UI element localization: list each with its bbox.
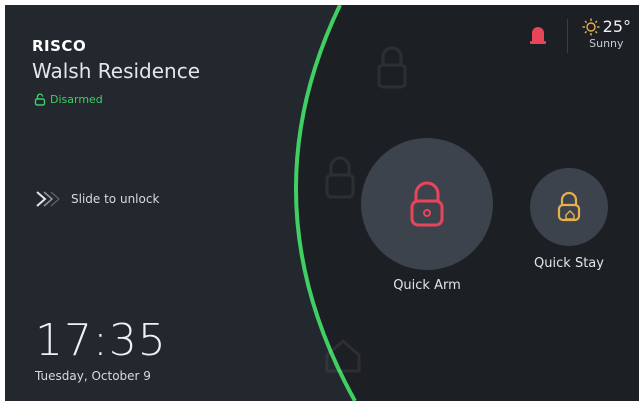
clock-date: Tuesday, October 9 [35,369,151,383]
security-status: Disarmed [34,93,103,106]
panel-screen: RISCO Walsh Residence Disarmed Slide to … [5,5,639,401]
quick-arm-label: Quick Arm [393,278,461,293]
sun-icon [582,18,600,35]
brand-logo: RISCO [32,37,87,55]
home-lock-icon [557,191,581,222]
status-label: Disarmed [50,93,103,106]
quick-stay-label: Quick Stay [534,256,604,271]
siren-button[interactable] [528,25,548,51]
slide-to-unlock[interactable]: Slide to unlock [35,191,159,207]
weather-condition: Sunny [589,37,624,50]
unlock-icon [34,93,46,106]
siren-icon [530,27,546,44]
home-name: Walsh Residence [32,59,201,83]
clock-time: 17:35 [35,315,167,366]
header-divider [567,19,568,53]
weather-widget: 25° Sunny [582,17,631,50]
temperature: 25° [602,17,631,36]
quick-arm-button[interactable] [361,138,493,270]
double-chevron-icon [36,191,60,207]
slide-label: Slide to unlock [71,192,160,206]
quick-stay-button[interactable] [530,168,608,246]
lock-icon [410,181,444,227]
